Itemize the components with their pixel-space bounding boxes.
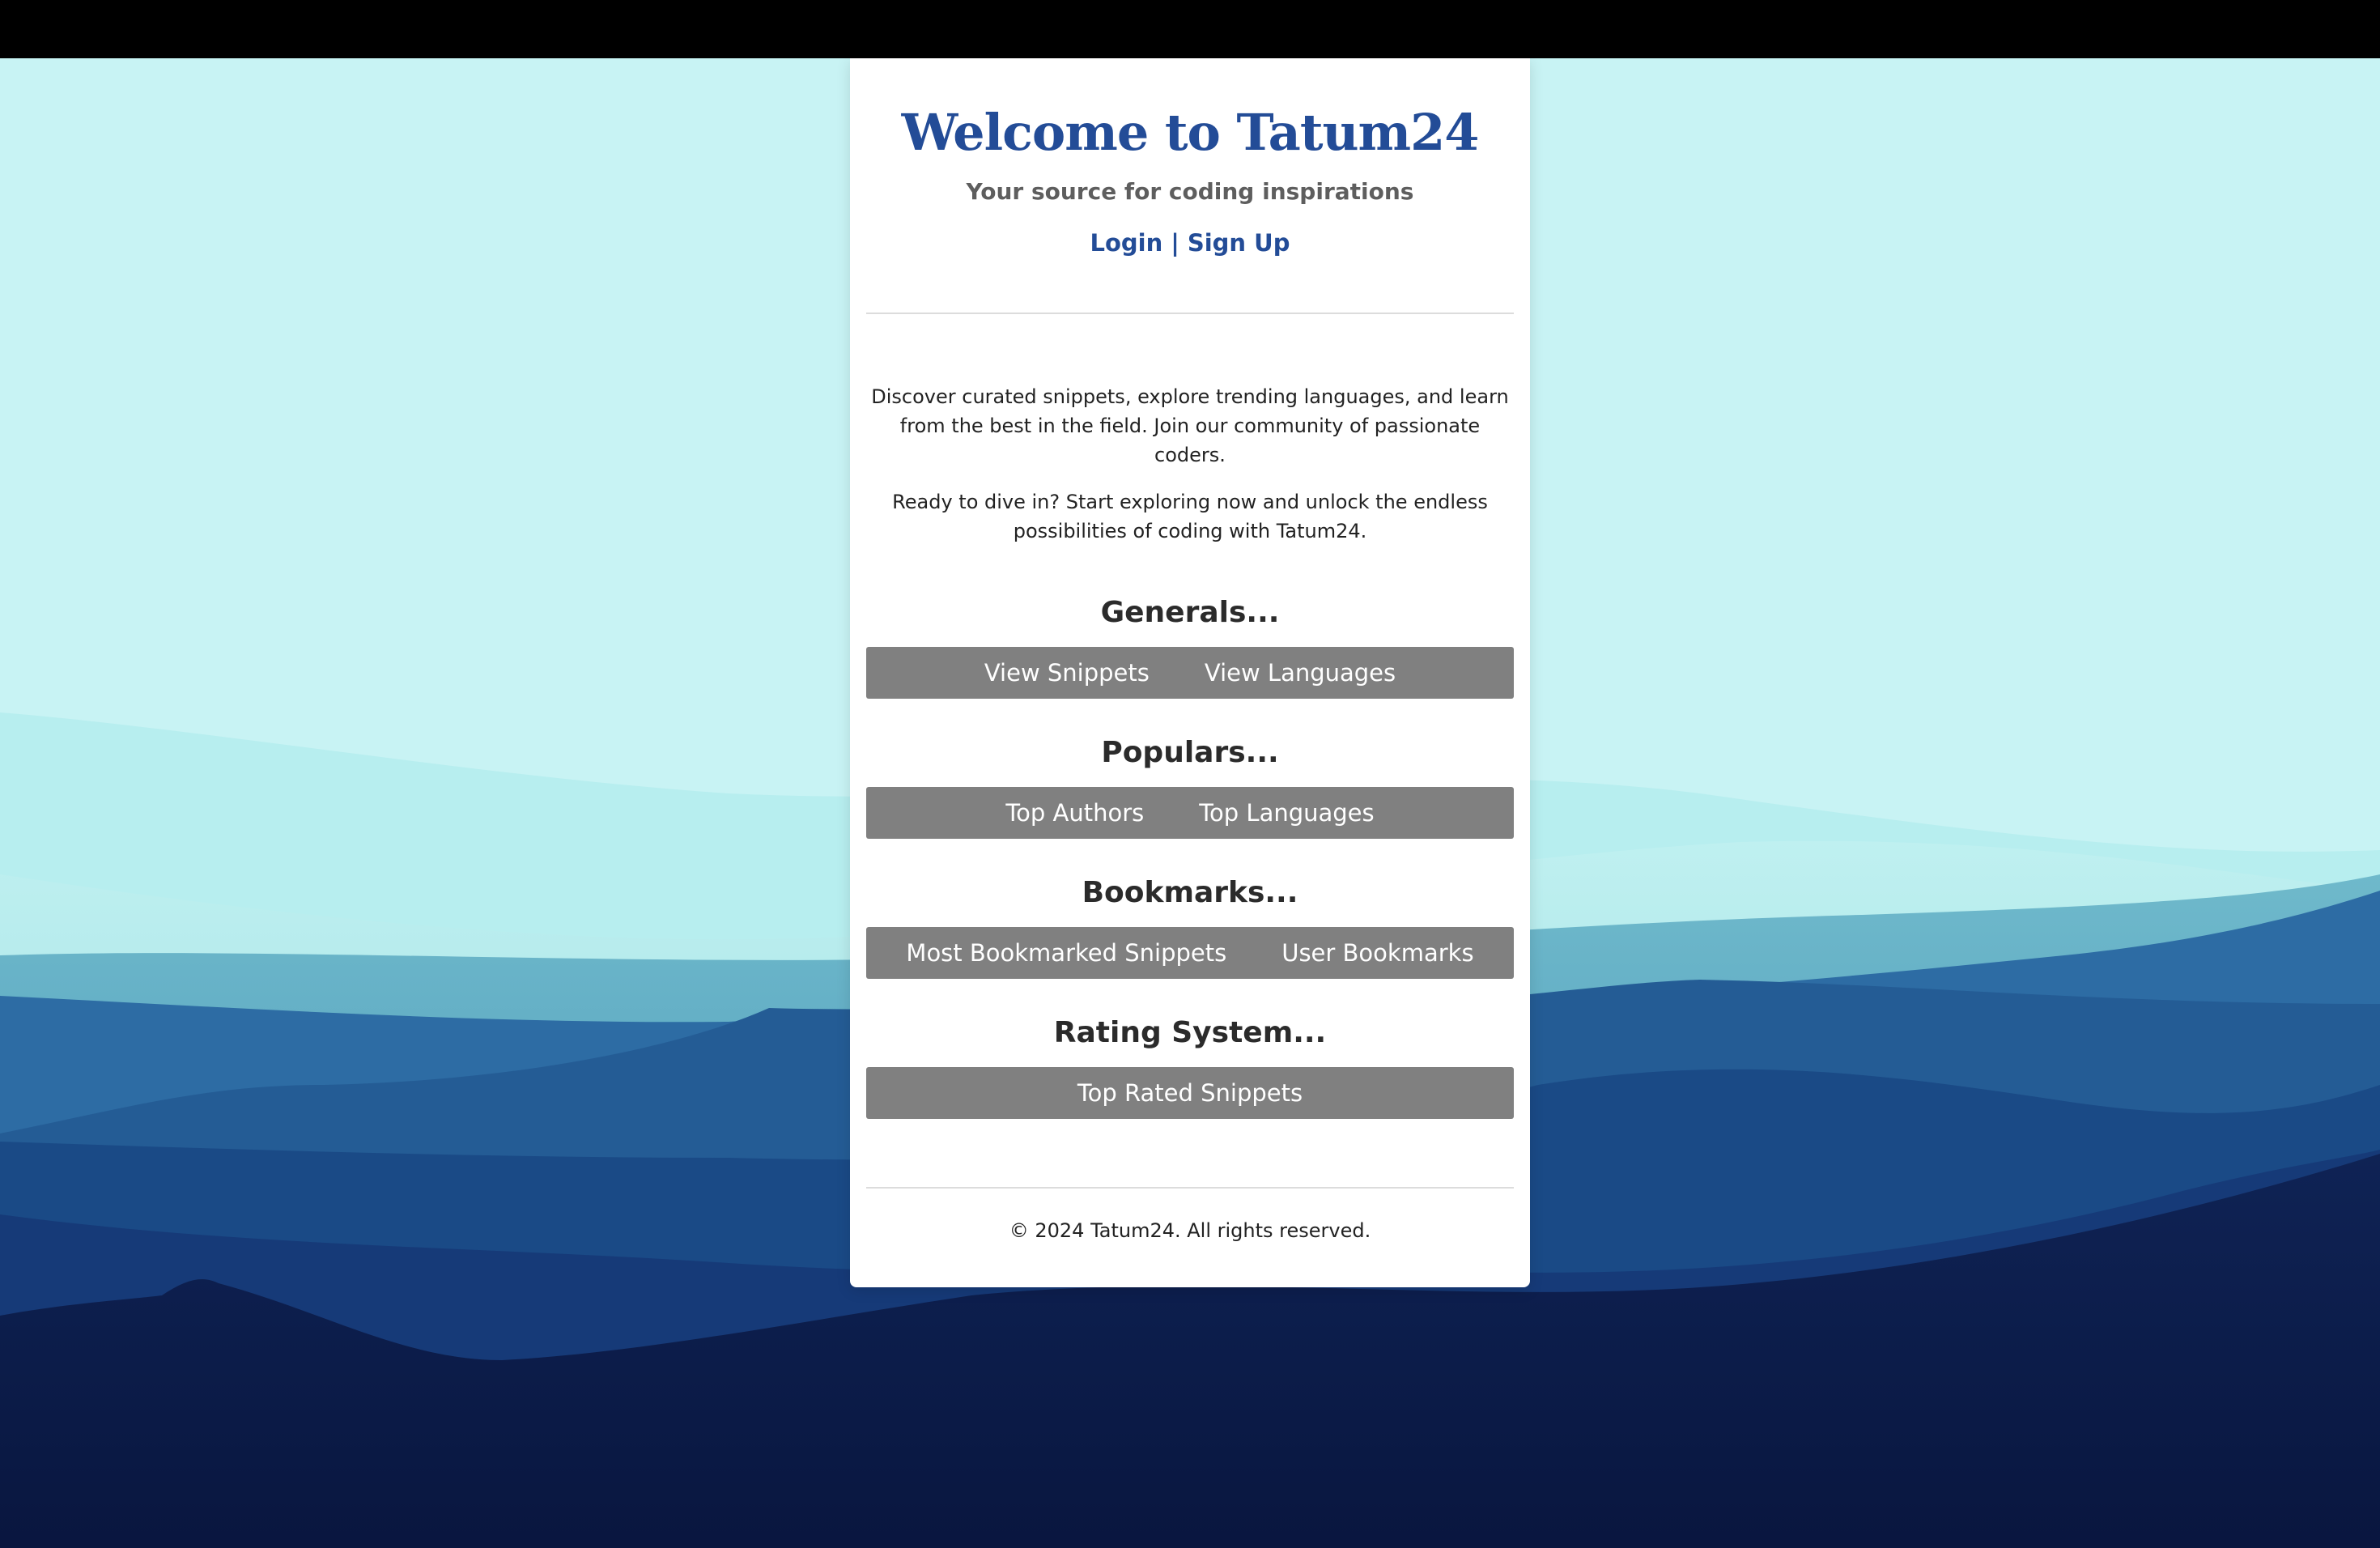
- section-generals: Generals... View Snippets View Languages: [866, 596, 1514, 699]
- user-bookmarks-button[interactable]: User Bookmarks: [1281, 939, 1473, 967]
- top-languages-button[interactable]: Top Languages: [1199, 799, 1374, 827]
- top-bar: [0, 0, 2380, 58]
- intro-paragraph-2: Ready to dive in? Start exploring now an…: [892, 491, 1488, 542]
- intro-paragraph-1: Discover curated snippets, explore trend…: [871, 385, 1509, 466]
- intro-text: Discover curated snippets, explore trend…: [866, 314, 1514, 546]
- auth-links: Login | Sign Up: [866, 229, 1514, 257]
- populars-button-bar: Top Authors Top Languages: [866, 787, 1514, 839]
- tagline: Your source for coding inspirations: [966, 178, 1414, 206]
- page-title: Welcome to Tatum24: [901, 103, 1480, 162]
- main-card: Welcome to Tatum24 Your source for codin…: [850, 58, 1530, 1287]
- most-bookmarked-snippets-button[interactable]: Most Bookmarked Snippets: [906, 939, 1226, 967]
- section-title-generals: Generals...: [1100, 596, 1280, 629]
- bookmarks-button-bar: Most Bookmarked Snippets User Bookmarks: [866, 927, 1514, 979]
- section-title-bookmarks: Bookmarks...: [1082, 876, 1298, 909]
- view-snippets-button[interactable]: View Snippets: [984, 659, 1150, 687]
- footer: © 2024 Tatum24. All rights reserved.: [866, 1187, 1514, 1242]
- signup-link[interactable]: Sign Up: [1188, 229, 1290, 257]
- generals-button-bar: View Snippets View Languages: [866, 647, 1514, 699]
- section-bookmarks: Bookmarks... Most Bookmarked Snippets Us…: [866, 876, 1514, 979]
- top-rated-snippets-button[interactable]: Top Rated Snippets: [1077, 1079, 1303, 1107]
- top-authors-button[interactable]: Top Authors: [1005, 799, 1144, 827]
- view-languages-button[interactable]: View Languages: [1205, 659, 1396, 687]
- section-rating-system: Rating System... Top Rated Snippets: [866, 1016, 1514, 1119]
- section-title-rating-system: Rating System...: [1053, 1016, 1327, 1049]
- section-title-populars: Populars...: [1101, 736, 1279, 769]
- auth-separator: |: [1171, 229, 1179, 257]
- card-header: Welcome to Tatum24 Your source for codin…: [866, 58, 1514, 314]
- section-populars: Populars... Top Authors Top Languages: [866, 736, 1514, 839]
- copyright-text: © 2024 Tatum24. All rights reserved.: [1009, 1219, 1371, 1242]
- login-link[interactable]: Login: [1090, 229, 1163, 257]
- rating-button-bar: Top Rated Snippets: [866, 1067, 1514, 1119]
